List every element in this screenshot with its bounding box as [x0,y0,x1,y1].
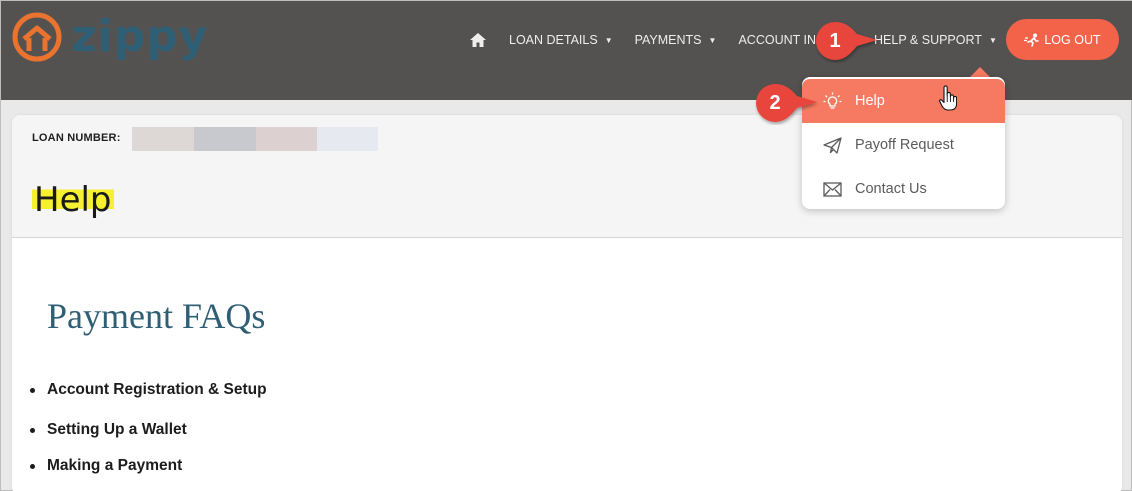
nav-payments-label: PAYMENTS [634,33,702,47]
dropdown-item-help[interactable]: Help [802,79,1005,123]
logout-label: LOG OUT [1044,32,1101,47]
section-title: Payment FAQs [47,296,266,336]
nav-payments[interactable]: PAYMENTS ▼ [635,33,717,47]
dropdown-item-payoff-request[interactable]: Payoff Request [802,123,1005,167]
callout-number: 1 [829,30,841,52]
faq-item[interactable]: Making a Payment [29,457,267,487]
nav-help-support-label: HELP & SUPPORT [874,33,982,47]
faq-list: Account Registration & Setup Setting Up … [29,381,267,487]
dropdown-item-contact-us[interactable]: Contact Us [802,167,1005,211]
nav-account-info[interactable]: ACCOUNT IN [738,33,816,47]
dropdown-arrow [970,67,990,77]
dropdown-item-contact-label: Contact Us [855,181,927,197]
nav-account-info-label: ACCOUNT IN [738,33,817,47]
zippy-logo[interactable]: zippy [11,9,211,65]
help-support-dropdown: Help Payoff Request Contact Us [802,77,1005,209]
step-callout-1: 1 [813,19,885,63]
hand-pointer-cursor-icon [939,85,957,111]
caret-down-icon: ▼ [604,35,613,45]
house-ring-logo-icon [12,12,62,62]
paper-plane-icon [823,136,842,154]
caret-down-icon: ▼ [988,35,997,45]
lightbulb-icon [823,92,842,109]
envelope-icon [823,181,842,197]
home-icon[interactable] [469,32,487,48]
main-nav: LOAN DETAILS ▼ PAYMENTS ▼ ACCOUNT IN HELP … [469,29,1019,51]
dropdown-item-help-label: Help [855,93,885,109]
faq-item[interactable]: Setting Up a Wallet [29,421,267,457]
nav-loan-details[interactable]: LOAN DETAILS ▼ [509,33,613,47]
logout-button[interactable]: LOG OUT [1006,19,1119,60]
loan-number-label: LOAN NUMBER: [32,132,121,144]
page-title: Help [32,180,114,220]
dropdown-item-payoff-label: Payoff Request [855,137,954,153]
loan-number-redacted [132,127,378,151]
running-man-icon [1024,33,1040,47]
step-callout-2: 2 [753,81,825,125]
nav-help-support[interactable]: HELP & SUPPORT ▼ [874,33,997,47]
faq-item[interactable]: Account Registration & Setup [29,381,267,421]
caret-down-icon: ▼ [708,35,717,45]
logo-text: zippy [71,11,209,62]
callout-number: 2 [769,92,781,114]
nav-loan-details-label: LOAN DETAILS [509,33,598,47]
